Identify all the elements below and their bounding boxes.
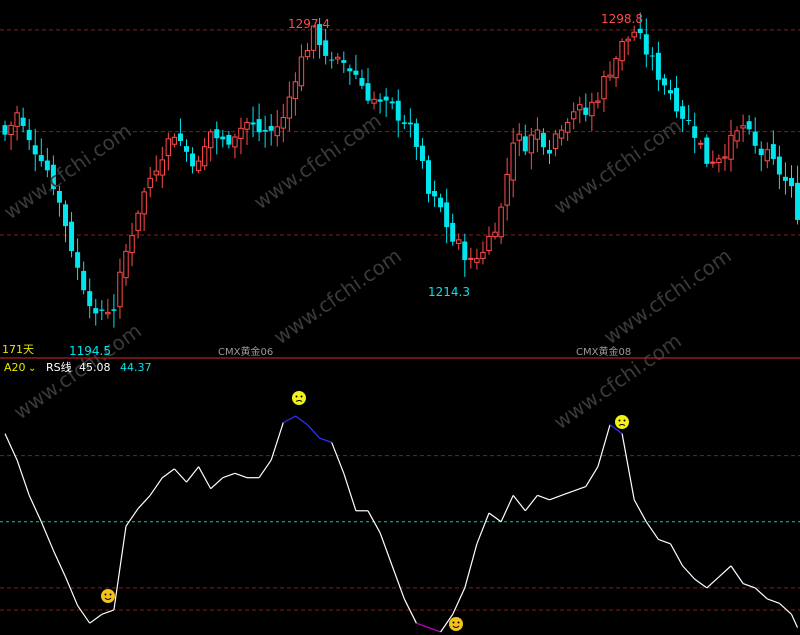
smile-face-icon [449, 617, 463, 631]
low-label-2: 1214.3 [428, 285, 470, 299]
chart-canvas: www.cfchi.com www.cfchi.com www.cfchi.comw… [0, 0, 800, 635]
chevron-down-icon[interactable]: ⌄ [28, 363, 36, 374]
high-label-2: 1298.8 [601, 12, 643, 26]
rs-value-2: 44.37 [120, 361, 152, 374]
candle [704, 134, 710, 168]
high-label-1: 1297.4 [288, 17, 330, 31]
frown-face-icon [292, 391, 306, 405]
low-label-1: 1194.5 [69, 344, 111, 358]
contract-label-2: CMX黄金08 [576, 345, 631, 358]
period-label: 171天 [2, 343, 34, 356]
rs-value: 45.08 [79, 361, 111, 374]
smile-face-icon [101, 589, 115, 603]
contract-label-1: CMX黄金06 [218, 345, 273, 358]
rs-series-label: RS线 [46, 360, 72, 374]
indicator-name[interactable]: A20 [4, 361, 26, 374]
frown-face-icon [615, 415, 629, 429]
